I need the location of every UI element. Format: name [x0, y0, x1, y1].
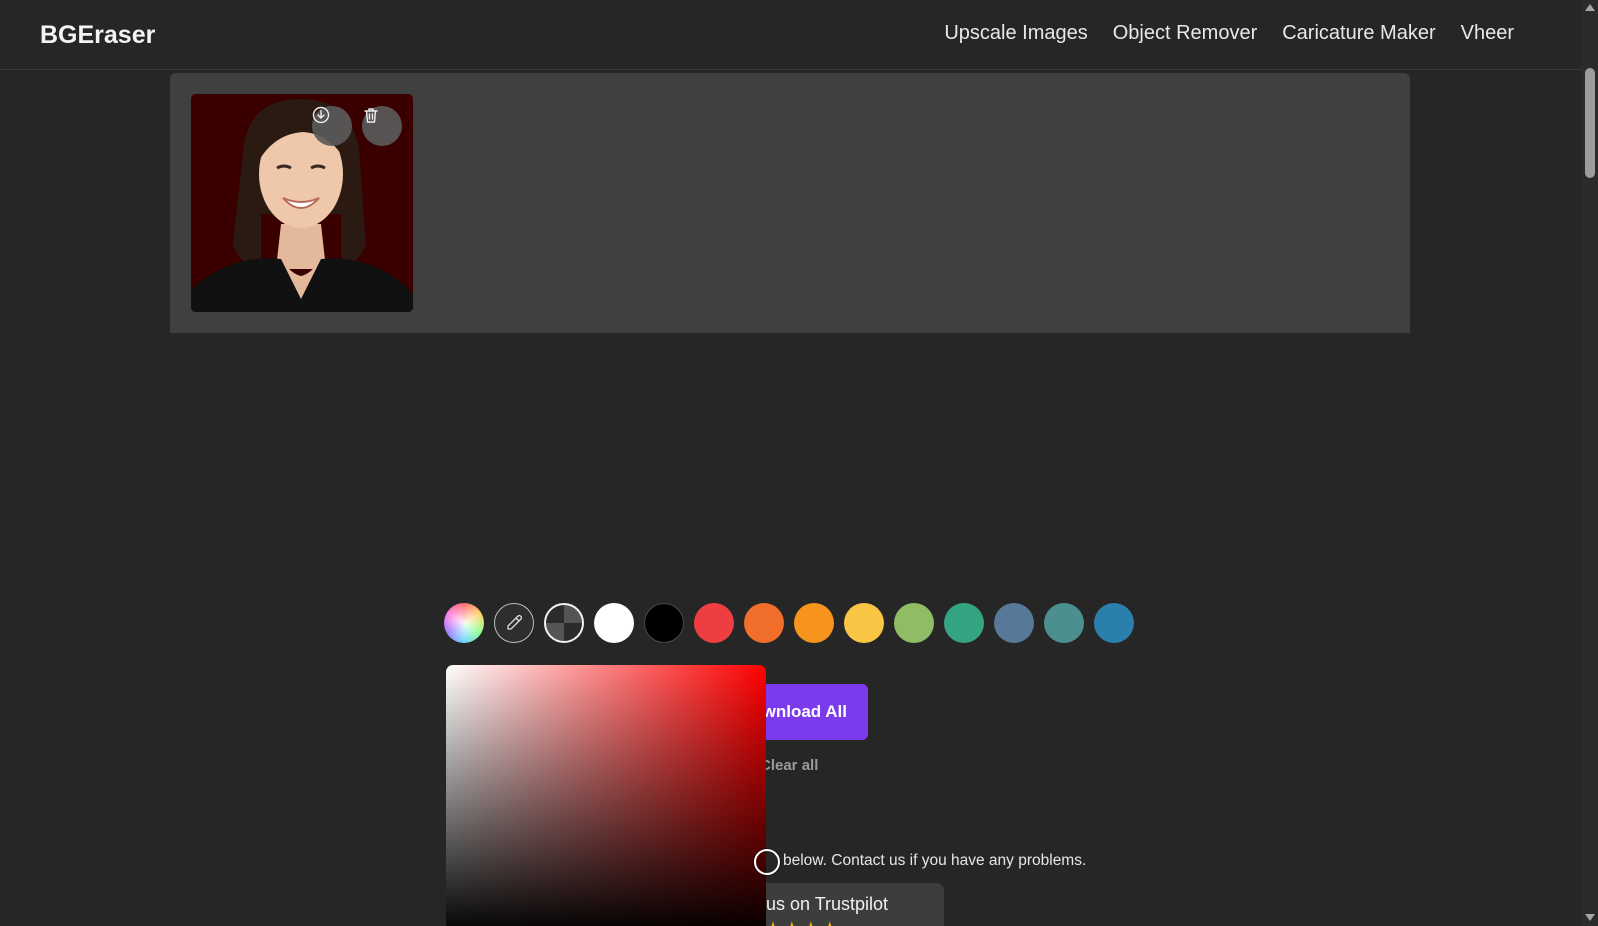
nav-upscale-images[interactable]: Upscale Images — [944, 22, 1087, 45]
main-nav: Upscale Images Object Remover Caricature… — [944, 22, 1514, 45]
scrollbar[interactable] — [1582, 0, 1598, 926]
contact-text: below. Contact us if you have any proble… — [783, 852, 1087, 869]
trash-icon — [364, 108, 378, 123]
image-thumbnail[interactable] — [191, 94, 413, 312]
scroll-down-icon[interactable] — [1585, 914, 1595, 921]
nav-caricature-maker[interactable]: Caricature Maker — [1282, 22, 1435, 45]
nav-object-remover[interactable]: Object Remover — [1113, 22, 1258, 45]
color-picker-saturation-area[interactable] — [446, 665, 766, 926]
background-color-swatches — [444, 603, 1134, 643]
amber-swatch[interactable] — [794, 603, 834, 643]
cyan-swatch[interactable] — [1044, 603, 1084, 643]
logo[interactable]: BGEraser — [40, 21, 155, 50]
transparent-swatch[interactable] — [544, 603, 584, 643]
slate-swatch[interactable] — [994, 603, 1034, 643]
scrollbar-thumb[interactable] — [1585, 68, 1595, 178]
blue-swatch[interactable] — [1094, 603, 1134, 643]
white-swatch[interactable] — [594, 603, 634, 643]
eyedropper-swatch[interactable] — [494, 603, 534, 643]
download-image-button[interactable] — [312, 106, 352, 146]
trustpilot-stars: ★★★★ — [764, 917, 840, 926]
black-swatch[interactable] — [644, 603, 684, 643]
yellow-swatch[interactable] — [844, 603, 884, 643]
rainbow-swatch[interactable] — [444, 603, 484, 643]
orange-swatch[interactable] — [744, 603, 784, 643]
clear-all-link[interactable]: Clear all — [760, 757, 818, 774]
scroll-up-icon[interactable] — [1585, 4, 1595, 11]
color-picker-cursor[interactable] — [754, 849, 780, 875]
trustpilot-card[interactable]: us on Trustpilot ★★★★ — [740, 883, 944, 926]
trustpilot-label: us on Trustpilot — [766, 894, 889, 914]
delete-image-button[interactable] — [362, 106, 402, 146]
red-swatch[interactable] — [694, 603, 734, 643]
image-list-panel — [170, 73, 1410, 333]
download-icon — [312, 106, 330, 124]
eyedropper-icon — [507, 614, 523, 630]
teal-swatch[interactable] — [944, 603, 984, 643]
top-header: BGEraser Upscale Images Object Remover C… — [0, 0, 1582, 70]
green-swatch[interactable] — [894, 603, 934, 643]
nav-vheer[interactable]: Vheer — [1461, 22, 1514, 45]
